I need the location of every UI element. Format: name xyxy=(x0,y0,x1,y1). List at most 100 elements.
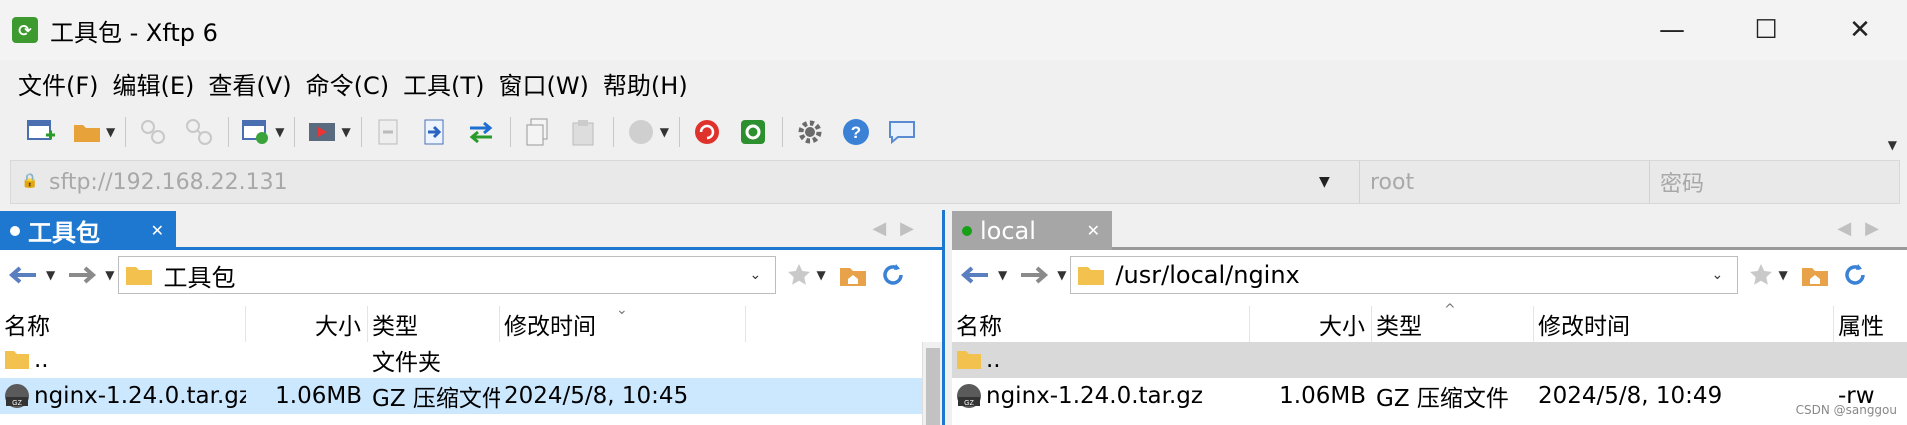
upload-icon[interactable] xyxy=(418,115,452,149)
maximize-button[interactable]: ☐ xyxy=(1719,0,1813,60)
gear-icon[interactable] xyxy=(793,115,827,149)
tab-status-icon xyxy=(10,225,20,236)
back-arrow-icon[interactable] xyxy=(0,255,46,295)
file-size xyxy=(246,342,368,378)
right-column-header: 名称 大小 类型 ^ 修改时间 属性 xyxy=(952,302,1907,342)
session-settings-icon[interactable] xyxy=(239,115,273,149)
svg-text:GZ: GZ xyxy=(964,400,974,407)
session-dropdown-icon[interactable]: ▼ xyxy=(275,125,284,139)
favorite-star-icon[interactable] xyxy=(782,258,816,292)
connected-status-icon xyxy=(962,225,972,236)
column-modified[interactable]: 修改时间 xyxy=(1534,306,1834,342)
forward-arrow-icon[interactable] xyxy=(59,255,105,295)
refresh-icon[interactable] xyxy=(876,258,910,292)
tab-scroll-arrows-icon[interactable]: ◀▶ xyxy=(872,218,928,239)
watermark: CSDN @sanggou xyxy=(1795,403,1897,417)
menu-bar: 文件(F) 编辑(E) 查看(V) 命令(C) 工具(T) 窗口(W) 帮助(H… xyxy=(0,60,1907,106)
host-dropdown-icon[interactable]: ▼ xyxy=(1319,174,1359,190)
refresh-icon[interactable] xyxy=(1838,258,1872,292)
connect-icon[interactable] xyxy=(136,115,170,149)
menu-command[interactable]: 命令(C) xyxy=(306,66,389,101)
new-session-icon[interactable] xyxy=(24,115,58,149)
vertical-scrollbar[interactable] xyxy=(922,342,942,425)
terminal-icon[interactable] xyxy=(305,115,339,149)
close-button[interactable]: ✕ xyxy=(1813,0,1907,60)
file-type xyxy=(1372,342,1534,378)
column-modified[interactable]: 修改时间 ⌄ xyxy=(500,302,746,342)
favorite-dropdown-icon[interactable]: ▼ xyxy=(1778,268,1787,282)
column-attributes[interactable]: 属性 xyxy=(1834,306,1907,342)
toolbar: ▼ ▼ ▼ ▼ ? ▼ xyxy=(0,106,1907,158)
back-dropdown-icon[interactable]: ▼ xyxy=(46,268,55,282)
globe-dropdown-icon[interactable]: ▼ xyxy=(660,125,669,139)
username-input[interactable]: root xyxy=(1359,161,1649,203)
menu-window[interactable]: 窗口(W) xyxy=(498,66,588,101)
open-dropdown-icon[interactable]: ▼ xyxy=(106,125,115,139)
path-dropdown-icon[interactable]: ⌄ xyxy=(749,267,775,283)
xftp-icon[interactable] xyxy=(736,115,770,149)
folder-icon xyxy=(5,351,29,369)
toolbar-overflow-icon[interactable]: ▼ xyxy=(1888,138,1897,152)
folder-icon xyxy=(957,351,981,369)
menu-help[interactable]: 帮助(H) xyxy=(603,66,688,101)
file-attributes xyxy=(1834,342,1907,378)
tab-local[interactable]: local ✕ xyxy=(952,211,1112,250)
list-item[interactable]: .. 文件夹 xyxy=(0,342,942,378)
file-type: 文件夹 xyxy=(372,350,441,376)
file-type: GZ 压缩文件 xyxy=(1376,386,1509,412)
list-item-selected[interactable]: GZ nginx-1.24.0.tar.gz 1.06MB GZ 压缩文件 20… xyxy=(0,378,925,414)
path-input[interactable]: /usr/local/nginx ⌄ xyxy=(1070,256,1739,294)
menu-view[interactable]: 查看(V) xyxy=(208,66,291,101)
copy-icon[interactable] xyxy=(521,115,555,149)
globe-icon[interactable] xyxy=(624,115,658,149)
open-folder-icon[interactable] xyxy=(70,115,104,149)
forward-dropdown-icon[interactable]: ▼ xyxy=(105,268,114,282)
column-size[interactable]: 大小 xyxy=(1250,306,1372,342)
password-input[interactable]: 密码 xyxy=(1649,161,1899,203)
tab-close-icon[interactable]: ✕ xyxy=(151,221,164,240)
xshell-icon[interactable] xyxy=(690,115,724,149)
back-dropdown-icon[interactable]: ▼ xyxy=(998,268,1007,282)
list-item[interactable]: GZ nginx-1.24.0.tar.gz 1.06MB GZ 压缩文件 20… xyxy=(952,378,1907,414)
scrollbar-thumb[interactable] xyxy=(926,348,940,425)
tab-close-icon[interactable]: ✕ xyxy=(1087,221,1100,240)
terminal-dropdown-icon[interactable]: ▼ xyxy=(341,125,350,139)
disconnect-icon[interactable] xyxy=(182,115,216,149)
back-arrow-icon[interactable] xyxy=(952,255,998,295)
tab-scroll-arrows-icon[interactable]: ◀▶ xyxy=(1837,218,1893,239)
toolbar-separator xyxy=(294,117,296,147)
paste-icon[interactable] xyxy=(567,115,601,149)
file-type: GZ 压缩文件 xyxy=(372,386,500,412)
column-type[interactable]: 类型 ^ xyxy=(1372,302,1534,342)
path-dropdown-icon[interactable]: ⌄ xyxy=(1711,267,1737,283)
download-icon[interactable] xyxy=(372,115,406,149)
column-type-label: 类型 xyxy=(1376,314,1422,340)
sync-transfer-icon[interactable] xyxy=(464,115,498,149)
path-text: 工具包 xyxy=(163,263,236,292)
forward-dropdown-icon[interactable]: ▼ xyxy=(1057,268,1066,282)
home-folder-icon[interactable] xyxy=(1798,258,1832,292)
home-folder-icon[interactable] xyxy=(836,258,870,292)
forward-arrow-icon[interactable] xyxy=(1011,255,1057,295)
chat-icon[interactable] xyxy=(885,115,919,149)
list-item[interactable]: .. xyxy=(952,342,1907,378)
column-size[interactable]: 大小 xyxy=(246,306,368,342)
folder-icon xyxy=(126,267,153,285)
column-type[interactable]: 类型 xyxy=(368,306,500,342)
gz-file-icon: GZ xyxy=(5,384,29,408)
file-size: 1.06MB xyxy=(275,383,362,409)
column-name[interactable]: 名称 xyxy=(952,306,1250,342)
gz-file-icon: GZ xyxy=(957,384,981,408)
tab-toolkit[interactable]: 工具包 ✕ xyxy=(0,211,176,250)
menu-tools[interactable]: 工具(T) xyxy=(403,66,484,101)
favorite-dropdown-icon[interactable]: ▼ xyxy=(816,268,825,282)
path-input[interactable]: 工具包 ⌄ xyxy=(118,256,777,294)
column-name[interactable]: 名称 xyxy=(0,306,246,342)
help-icon[interactable]: ? xyxy=(839,115,873,149)
menu-file[interactable]: 文件(F) xyxy=(18,66,99,101)
favorite-star-icon[interactable] xyxy=(1744,258,1778,292)
minimize-button[interactable]: — xyxy=(1625,0,1719,60)
host-input[interactable]: sftp://192.168.22.131 xyxy=(49,170,1319,195)
menu-edit[interactable]: 编辑(E) xyxy=(113,66,195,101)
folder-icon xyxy=(1078,267,1105,285)
